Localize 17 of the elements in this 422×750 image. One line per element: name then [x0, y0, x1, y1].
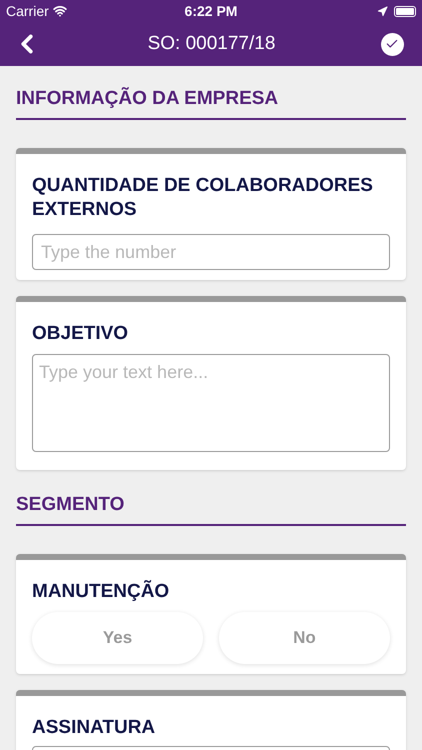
- location-icon: [376, 6, 388, 16]
- battery-icon: [394, 6, 416, 16]
- section-heading: INFORMAÇÃO DA EMPRESA: [16, 66, 406, 120]
- text-area-field[interactable]: Type your text here...: [32, 354, 390, 452]
- clock-time: 6:22 PM: [184, 2, 238, 20]
- screen-title: SO: 000177/18: [148, 32, 276, 56]
- field-label: MANUTENÇÃO: [32, 580, 170, 604]
- wifi-icon: [52, 4, 67, 18]
- field-label: OBJETIVO: [32, 322, 130, 346]
- carrier-label: Carrier: [6, 2, 49, 20]
- field-label: ASSINATURA: [32, 716, 156, 740]
- option-button[interactable]: Yes: [32, 612, 203, 664]
- option-button[interactable]: No: [219, 612, 390, 664]
- confirm-button[interactable]: [380, 32, 404, 56]
- section-heading: SEGMENTO: [16, 472, 406, 526]
- number-field[interactable]: Type the number: [32, 234, 390, 270]
- field-label: QUANTIDADE DE COLABORADORES EXTERNOS: [32, 174, 374, 222]
